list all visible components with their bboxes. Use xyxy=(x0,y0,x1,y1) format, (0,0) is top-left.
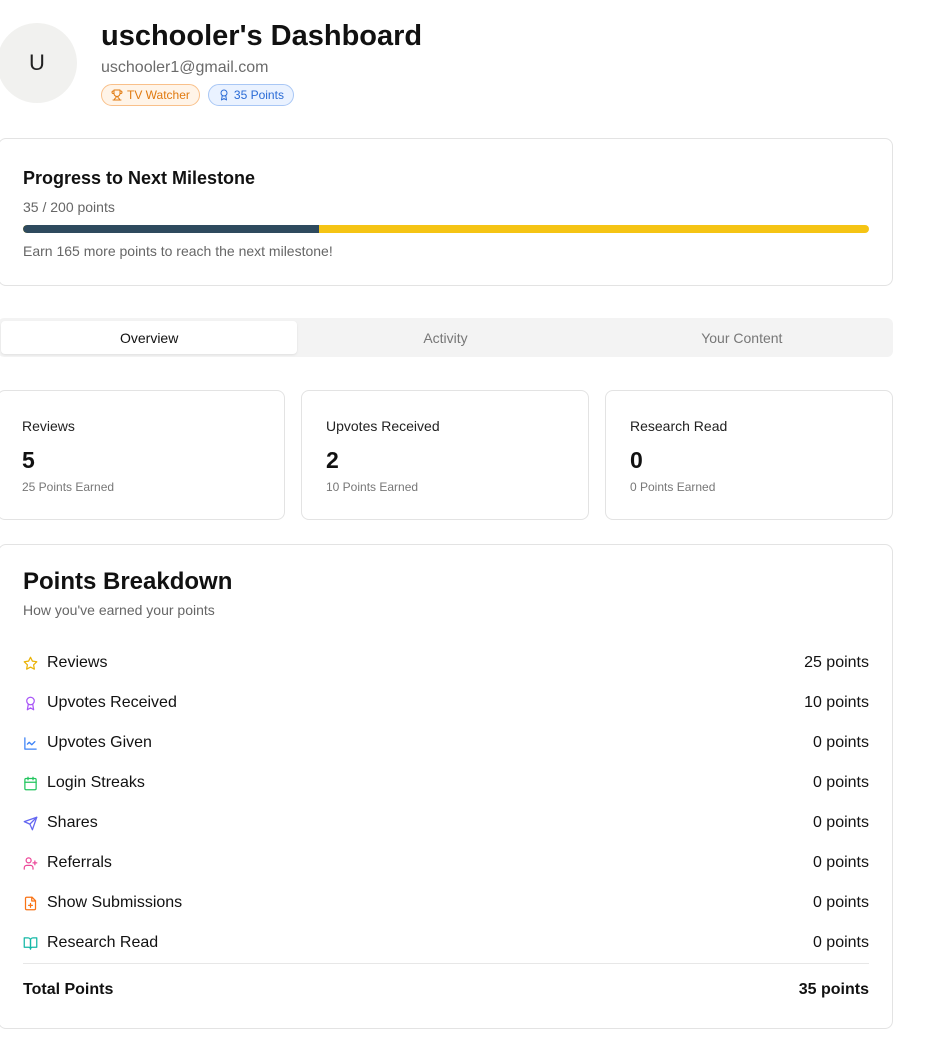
profile-header: U uschooler's Dashboard uschooler1@gmail… xyxy=(0,0,930,120)
stat-value: 5 xyxy=(22,447,35,473)
award-icon xyxy=(26,696,35,710)
milestone-card: Progress to Next Milestone 35 / 200 poin… xyxy=(0,138,893,286)
line-chart-icon xyxy=(24,736,37,750)
breakdown-row-upvotes-received: Upvotes Received 10 points xyxy=(23,683,869,723)
breakdown-points: 0 points xyxy=(812,934,869,951)
stat-card-upvotes-received: Upvotes Received 2 10 Points Earned xyxy=(301,390,589,520)
award-icon xyxy=(220,89,228,101)
stat-card-research-read: Research Read 0 0 Points Earned xyxy=(605,390,893,520)
breakdown-points: 0 points xyxy=(812,734,869,751)
stat-points-earned: 25 Points Earned xyxy=(22,480,115,494)
total-points-value: 35 points xyxy=(798,981,869,998)
breakdown-row-research-read: Research Read 0 points xyxy=(23,923,869,963)
badge-label: 35 Points xyxy=(233,88,284,102)
breakdown-subtitle: How you've earned your points xyxy=(23,602,215,618)
tab-your-content[interactable]: Your Content xyxy=(594,321,890,354)
breakdown-label: Show Submissions xyxy=(47,894,183,911)
total-points-label: Total Points xyxy=(23,981,114,998)
send-icon xyxy=(23,816,38,830)
user-email: uschooler1@gmail.com xyxy=(101,59,269,76)
breakdown-label: Login Streaks xyxy=(47,774,145,791)
breakdown-title: Points Breakdown xyxy=(23,568,233,595)
breakdown-row-login-streaks: Login Streaks 0 points xyxy=(23,763,869,803)
calendar-icon xyxy=(24,776,37,790)
tab-activity[interactable]: Activity xyxy=(297,321,593,354)
total-points-row: Total Points 35 points xyxy=(23,981,869,999)
breakdown-label: Upvotes Received xyxy=(47,694,177,711)
breakdown-label: Shares xyxy=(47,814,98,831)
stat-label: Reviews xyxy=(22,418,75,434)
milestone-progress-text: 35 / 200 points xyxy=(23,199,115,215)
breakdown-points: 0 points xyxy=(812,894,869,911)
milestone-progress-fill xyxy=(23,225,320,233)
breakdown-points: 25 points xyxy=(804,654,869,671)
milestone-progress-bar xyxy=(23,225,869,233)
breakdown-points: 0 points xyxy=(812,774,869,791)
breakdown-label: Reviews xyxy=(47,654,108,671)
badge-list: TV Watcher 35 Points xyxy=(101,84,294,106)
avatar-initial: U xyxy=(29,50,45,75)
breakdown-list: Reviews 25 points Upvotes Received 10 po… xyxy=(23,643,869,963)
breakdown-points: 0 points xyxy=(812,814,869,831)
breakdown-row-shares: Shares 0 points xyxy=(23,803,869,843)
milestone-title: Progress to Next Milestone xyxy=(23,168,256,188)
breakdown-row-upvotes-given: Upvotes Given 0 points xyxy=(23,723,869,763)
breakdown-label: Upvotes Given xyxy=(47,734,152,751)
stat-points-earned: 10 Points Earned xyxy=(326,480,419,494)
tab-bar: Overview Activity Your Content xyxy=(0,318,893,357)
user-plus-icon xyxy=(23,856,38,870)
breakdown-label: Research Read xyxy=(47,934,159,951)
breakdown-label: Referrals xyxy=(47,854,112,871)
breakdown-points: 0 points xyxy=(812,854,869,871)
tab-overview[interactable]: Overview xyxy=(1,321,298,354)
breakdown-row-reviews: Reviews 25 points xyxy=(23,643,869,683)
milestone-note: Earn 165 more points to reach the next m… xyxy=(23,243,333,259)
file-plus-icon xyxy=(24,896,37,910)
trophy-icon xyxy=(111,89,123,101)
stat-value: 2 xyxy=(326,447,339,473)
breakdown-row-referrals: Referrals 0 points xyxy=(23,843,869,883)
breakdown-row-show-submissions: Show Submissions 0 points xyxy=(23,883,869,923)
divider xyxy=(23,963,869,964)
tv-watcher-badge: TV Watcher xyxy=(101,84,200,106)
stat-value: 0 xyxy=(630,447,643,473)
badge-label: TV Watcher xyxy=(127,88,190,102)
page-title: uschooler's Dashboard xyxy=(101,20,423,52)
stat-label: Upvotes Received xyxy=(326,418,440,434)
stat-label: Research Read xyxy=(630,418,728,434)
breakdown-points: 10 points xyxy=(804,694,869,711)
stat-points-earned: 0 Points Earned xyxy=(630,480,716,494)
stat-card-reviews: Reviews 5 25 Points Earned xyxy=(0,390,285,520)
points-badge: 35 Points xyxy=(207,84,294,106)
points-breakdown-card: Points Breakdown How you've earned your … xyxy=(0,544,893,1029)
book-open-icon xyxy=(23,936,38,950)
star-icon xyxy=(23,656,38,670)
avatar: U xyxy=(0,23,77,103)
